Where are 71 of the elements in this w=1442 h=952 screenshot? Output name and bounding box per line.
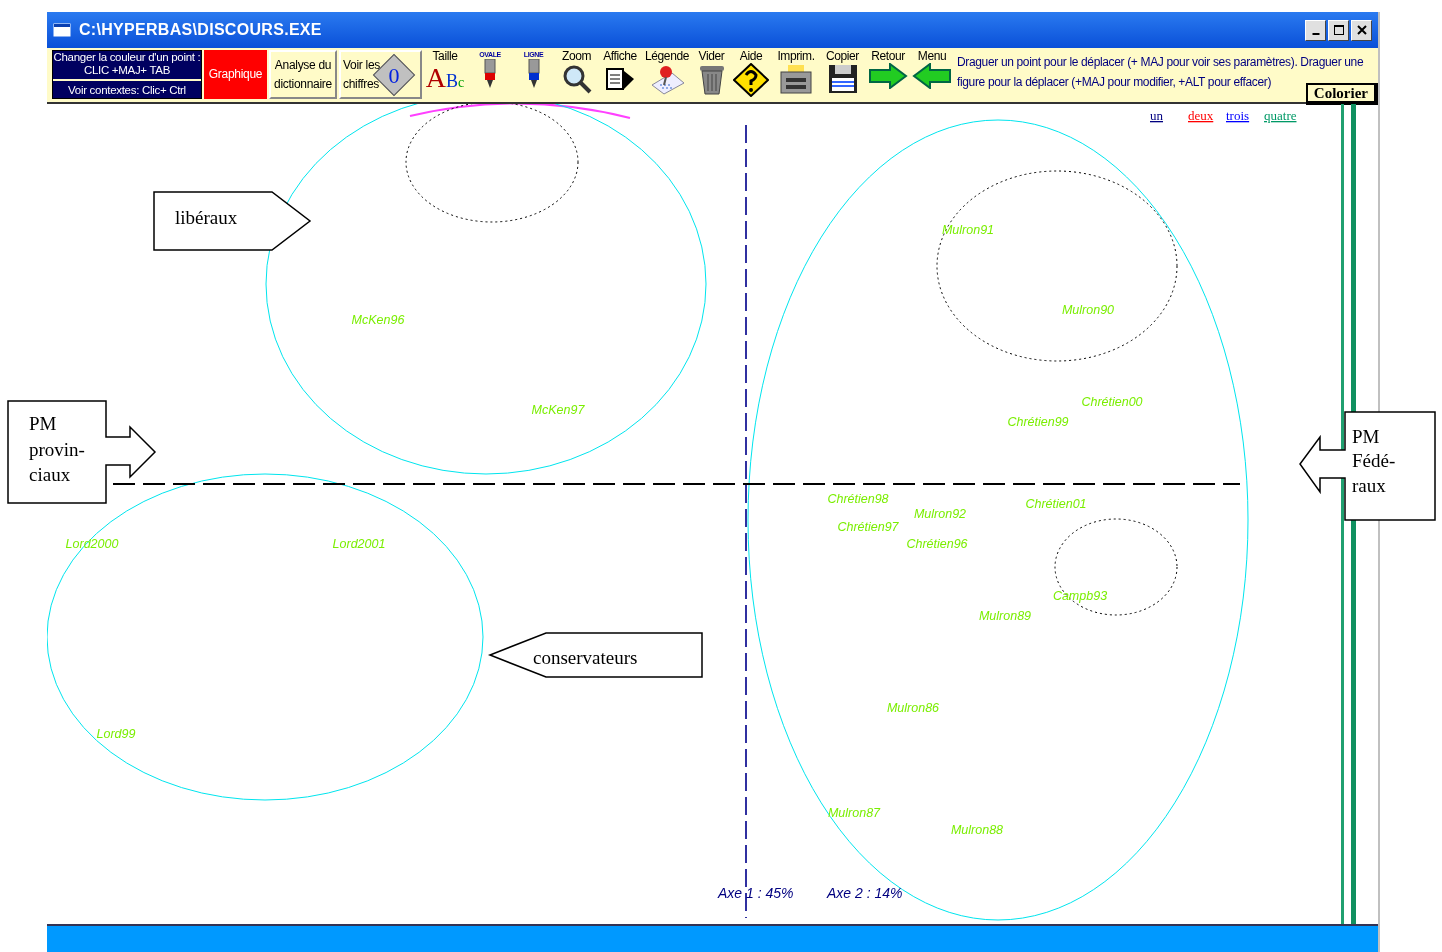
tool-button[interactable]: Copier [821, 50, 864, 99]
point-label[interactable]: Mulron88 [950, 823, 1004, 837]
tool-button[interactable]: Menu [912, 50, 952, 99]
point-label[interactable]: Lord99 [96, 727, 136, 741]
tool-label: Retour [871, 50, 905, 63]
colorier-button[interactable]: Colorier [1305, 83, 1378, 105]
hint-text: Voir contextes: Clic+ Ctrl [67, 83, 187, 97]
minimize-button[interactable] [1305, 19, 1326, 41]
point-label[interactable]: Mulron91 [941, 223, 995, 237]
maximize-icon [1333, 25, 1344, 35]
tool-label: Zoom [561, 50, 592, 63]
callout-text: raux [1352, 475, 1386, 496]
point-label[interactable]: McKen97 [531, 403, 585, 417]
button-label: Voir les chiffres [343, 56, 381, 93]
arrow-left-icon [912, 63, 952, 89]
toolbar-button[interactable]: Analyse du dictionnaire [269, 50, 337, 99]
tool-button[interactable]: Affiche [600, 50, 640, 99]
point-label[interactable]: Chrétien01 [1025, 497, 1087, 511]
tool-label: Menu [917, 50, 947, 63]
point-label[interactable]: Mulron90 [1061, 303, 1115, 317]
callout-text: Fédé- [1352, 450, 1396, 471]
tool-button[interactable]: Zoom [555, 50, 598, 99]
axis-label: Axe 1 : 45% [718, 885, 794, 901]
callout-text: conservateurs [533, 647, 638, 668]
callout-text: provin- [29, 439, 85, 460]
point-label[interactable]: McKen96 [351, 313, 405, 327]
point-label[interactable]: Chrétien96 [906, 537, 968, 551]
point-label[interactable]: Mulron92 [913, 507, 967, 521]
callout-text: libéraux [175, 207, 238, 228]
tool-label: Aide [739, 50, 763, 63]
point-label[interactable]: Campb93 [1052, 589, 1108, 603]
point-label[interactable]: Chrétien97 [837, 520, 899, 534]
callout-text: PM [1352, 426, 1380, 447]
legend-label: un [1150, 108, 1163, 123]
tool-label: Légende [645, 50, 689, 63]
toolbar-button[interactable]: Graphique [204, 50, 267, 99]
window-title: C:\HYPERBAS\DISCOURS.EXE [79, 21, 322, 39]
callout-text: ciaux [29, 464, 71, 485]
tool-label: Imprim. [777, 50, 815, 63]
close-icon [1356, 25, 1367, 35]
legend-label: trois [1226, 108, 1250, 123]
tool-button[interactable]: Taille ABc [424, 50, 466, 99]
tool-label: Vider [698, 50, 725, 63]
tool-label: Copier [826, 50, 859, 63]
point-label[interactable]: Lord2001 [332, 537, 386, 551]
point-label[interactable]: Chrétien99 [1007, 415, 1069, 429]
point-label[interactable]: Mulron86 [886, 701, 940, 715]
legend-label: deux [1188, 108, 1214, 123]
window-icon [53, 23, 71, 37]
tool-button[interactable]: Vider [694, 50, 729, 99]
tool-button[interactable]: Aide [731, 50, 771, 99]
point-label[interactable]: Chrétien00 [1081, 395, 1143, 409]
tool-button[interactable]: Légende [642, 50, 692, 99]
minimize-icon [1311, 33, 1320, 35]
printer-icon [779, 63, 813, 95]
point-label[interactable]: Chrétien98 [827, 492, 889, 506]
axis-label: Axe 2 : 14% [827, 885, 903, 901]
hint-text: Changer la couleur d'un point : CLIC +MAJ+ TAB [53, 51, 201, 81]
tool-label: Affiche [603, 50, 637, 63]
callout-text: PM [29, 413, 57, 434]
tool-label: Taille [432, 50, 458, 63]
tool-button[interactable]: Retour [866, 50, 910, 99]
close-button[interactable] [1351, 19, 1372, 41]
point-label[interactable]: Mulron87 [827, 806, 881, 820]
maximize-button[interactable] [1328, 19, 1349, 41]
text-size-icon: ABc [425, 63, 465, 93]
help-icon [733, 63, 769, 97]
legend-label: quatre [1264, 108, 1297, 123]
tool-button[interactable]: Imprim. [773, 50, 819, 99]
point-label[interactable]: Mulron89 [978, 609, 1032, 623]
arrow-right-icon [868, 63, 908, 89]
